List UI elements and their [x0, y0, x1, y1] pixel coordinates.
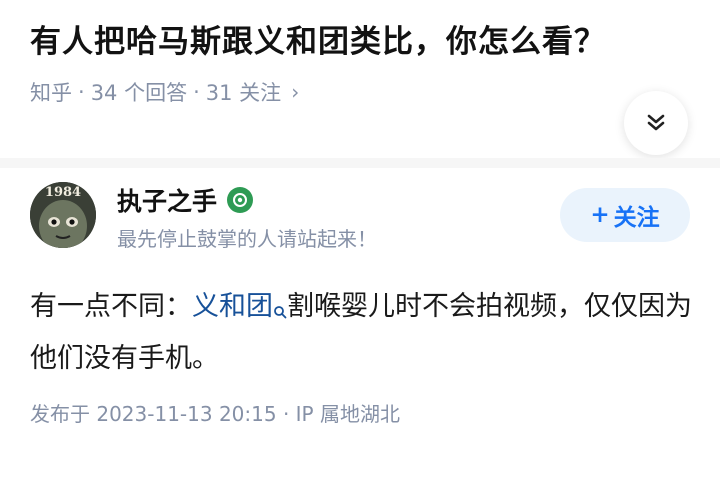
- plus-icon: +: [590, 202, 610, 228]
- question-meta[interactable]: 知乎 · 34 个回答 · 31 关注 ›: [30, 77, 299, 107]
- follow-button[interactable]: + 关注: [560, 188, 690, 242]
- search-keyword-text: 义和团: [192, 291, 273, 322]
- double-chevron-down-icon: [647, 114, 665, 131]
- answer-content: 有一点不同：义和团 割喉婴儿时不会拍视频，仅仅因为他们没有手机。: [30, 283, 695, 383]
- author-name-row[interactable]: 执子之手: [117, 182, 254, 218]
- source-label: 知乎: [30, 81, 72, 105]
- meta-separator: ·: [193, 80, 200, 104]
- answer-count: 34 个回答: [90, 81, 188, 105]
- collapse-button[interactable]: [624, 91, 688, 155]
- search-keyword-link[interactable]: 义和团: [192, 291, 287, 322]
- search-icon: [273, 287, 287, 335]
- question-title: 有人把哈马斯跟义和团类比，你怎么看？: [30, 24, 606, 60]
- avatar-text: 1984: [45, 185, 81, 200]
- chevron-right-icon: ›: [291, 80, 300, 104]
- author-bio: 最先停止鼓掌的人请站起来！: [117, 227, 377, 251]
- follow-count: 31 关注: [205, 81, 282, 105]
- author-name: 执子之手: [117, 187, 218, 216]
- publish-info: 发布于 2023-11-13 20:15 · IP 属地湖北: [30, 402, 400, 426]
- avatar-image: 1984: [30, 182, 96, 248]
- meta-separator: ·: [78, 80, 85, 104]
- verified-badge-icon: [227, 187, 254, 213]
- avatar[interactable]: 1984: [30, 182, 96, 248]
- answer-prefix: 有一点不同：: [30, 291, 192, 322]
- follow-label: 关注: [613, 205, 660, 231]
- section-divider: [0, 158, 720, 168]
